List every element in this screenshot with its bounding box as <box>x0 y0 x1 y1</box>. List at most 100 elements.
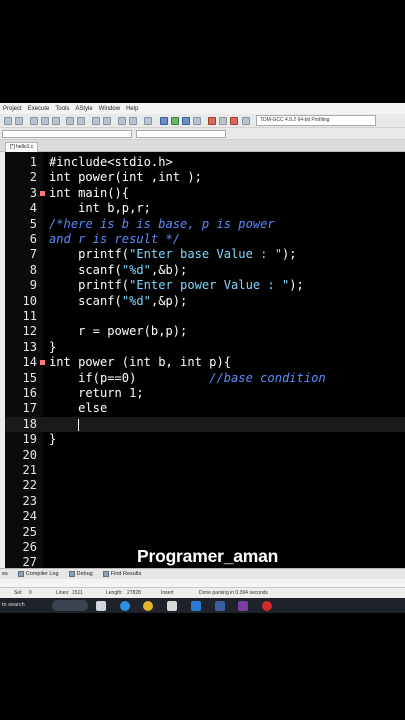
code-line[interactable]: 4 int b,p,r; <box>5 201 405 216</box>
redo-icon[interactable] <box>77 117 85 125</box>
code-line[interactable]: 19} <box>5 432 405 447</box>
task-view-icon[interactable] <box>96 601 106 611</box>
line-number: 4 <box>29 201 37 216</box>
code-token: int b,p,r; <box>49 201 151 216</box>
code-line[interactable]: 21 <box>5 463 405 478</box>
line-number: 15 <box>22 370 37 385</box>
menu-item-tools[interactable]: Tools <box>55 106 69 112</box>
find-results-icon <box>102 571 109 577</box>
code-text: scanf("%d",&p); <box>49 294 187 309</box>
debug-icon[interactable] <box>208 117 216 125</box>
replace-icon[interactable] <box>103 117 111 125</box>
unindent-icon[interactable] <box>129 117 137 125</box>
menu-item-window[interactable]: Window <box>99 106 120 112</box>
line-number: 18 <box>22 416 37 431</box>
line-number: 19 <box>22 432 37 447</box>
menu-item-execute[interactable]: Execute <box>28 106 50 112</box>
code-text: return 1; <box>49 386 144 401</box>
toolbar-secondary <box>0 128 405 140</box>
undo-icon[interactable] <box>66 117 74 125</box>
code-line[interactable]: 9 printf("Enter power Value : "); <box>5 278 405 293</box>
run-icon[interactable] <box>171 117 179 125</box>
menu-item-help[interactable]: Help <box>126 106 138 112</box>
code-token: else <box>49 401 108 416</box>
profile-icon[interactable] <box>219 117 227 125</box>
code-line[interactable]: 7 printf("Enter base Value : "); <box>5 247 405 262</box>
code-line[interactable]: 5 /*here is b is base, p is power <box>5 217 405 232</box>
print-icon[interactable] <box>52 117 60 125</box>
edge-icon[interactable] <box>120 601 130 611</box>
new-file-icon[interactable] <box>4 117 12 125</box>
code-line[interactable]: 3 int main(){ <box>5 186 405 201</box>
watermark-text: Programer_aman <box>137 546 279 566</box>
code-text: int power (int b, int p){ <box>49 355 231 370</box>
recorder-icon[interactable] <box>262 601 272 611</box>
code-text: scanf("%d",&b); <box>49 263 187 278</box>
menu-item-project[interactable]: Project <box>3 106 22 112</box>
open-file-icon[interactable] <box>15 117 23 125</box>
code-line[interactable]: 8 scanf("%d",&b); <box>5 263 405 278</box>
code-line[interactable]: 16 return 1; <box>5 386 405 401</box>
file-tab[interactable]: [*] hello1.c <box>5 142 39 152</box>
code-line[interactable]: 2 int power(int ,int ); <box>5 170 405 185</box>
code-line[interactable]: 22 <box>5 478 405 493</box>
function-select[interactable] <box>136 130 226 138</box>
compile-icon[interactable] <box>160 117 168 125</box>
code-token: } <box>49 339 57 354</box>
code-line[interactable]: 18 <box>5 416 405 433</box>
code-line[interactable]: 11 <box>5 309 405 324</box>
menu-item-astyle[interactable]: AStyle <box>75 106 92 112</box>
compiler-select[interactable]: TDM-GCC 4.9.2 64-bit Profiling <box>256 115 376 126</box>
vscode-icon[interactable] <box>191 601 201 611</box>
code-line[interactable]: 23 <box>5 494 405 509</box>
code-line[interactable]: 15 if(p==0) //base condition <box>5 371 405 386</box>
chart-icon[interactable] <box>242 117 250 125</box>
chrome-icon[interactable] <box>143 601 153 611</box>
compile-run-icon[interactable] <box>182 117 190 125</box>
code-text: #include<stdio.h> <box>49 155 173 170</box>
save-all-icon[interactable] <box>41 117 49 125</box>
code-line[interactable]: 14 int power (int b, int p){ <box>5 355 405 370</box>
search-highlight <box>52 600 88 611</box>
rebuild-icon[interactable] <box>193 117 201 125</box>
code-text: and r is result */ <box>49 232 180 247</box>
code-line[interactable]: 17 else <box>5 401 405 416</box>
app-icon[interactable] <box>238 601 248 611</box>
code-text: int power(int ,int ); <box>49 170 202 185</box>
stop-icon[interactable] <box>230 117 238 125</box>
code-line[interactable]: 1 #include<stdio.h> <box>5 155 405 170</box>
fold-marker-icon[interactable] <box>40 190 45 196</box>
save-icon[interactable] <box>30 117 38 125</box>
find-icon[interactable] <box>92 117 100 125</box>
line-number: 16 <box>22 386 37 400</box>
code-token: } <box>49 432 57 447</box>
tab-find-results[interactable]: Find Results <box>102 571 141 577</box>
code-line[interactable]: 13} <box>5 340 405 355</box>
fold-marker-icon[interactable] <box>40 360 45 366</box>
code-token: ); <box>289 278 304 293</box>
code-line[interactable]: 20 <box>5 448 405 463</box>
code-editor[interactable]: 1 #include<stdio.h> 2 int power(int ,int );… <box>5 152 405 569</box>
code-line[interactable]: 25 <box>5 525 405 540</box>
line-number: 21 <box>22 463 37 477</box>
class-select[interactable] <box>2 130 132 138</box>
line-number: 22 <box>22 478 37 493</box>
code-line[interactable]: 10 scanf("%d",&p); <box>5 294 405 309</box>
status-sel-value: 0 <box>29 590 32 596</box>
file-explorer-icon[interactable] <box>167 601 177 611</box>
bottom-tab-bar: es Compiler Log Debug Find Results <box>0 568 405 579</box>
code-text: } <box>49 432 56 447</box>
code-line[interactable]: 24 <box>5 509 405 524</box>
tab-debug[interactable]: Debug <box>68 571 93 577</box>
toggle-comment-icon[interactable] <box>144 117 152 125</box>
taskbar-search[interactable]: to search <box>2 602 25 608</box>
code-text: printf("Enter power Value : "); <box>49 278 304 293</box>
code-text: int main(){ <box>49 186 129 201</box>
code-line[interactable]: 6 and r is result */ <box>5 232 405 247</box>
devcpp-icon[interactable] <box>215 601 225 611</box>
indent-icon[interactable] <box>118 117 126 125</box>
code-line[interactable]: 12 r = power(b,p); <box>5 324 405 339</box>
tab-partial[interactable]: es <box>2 571 8 577</box>
tab-compiler-log[interactable]: Compiler Log <box>17 571 59 577</box>
line-number: 11 <box>22 309 37 323</box>
